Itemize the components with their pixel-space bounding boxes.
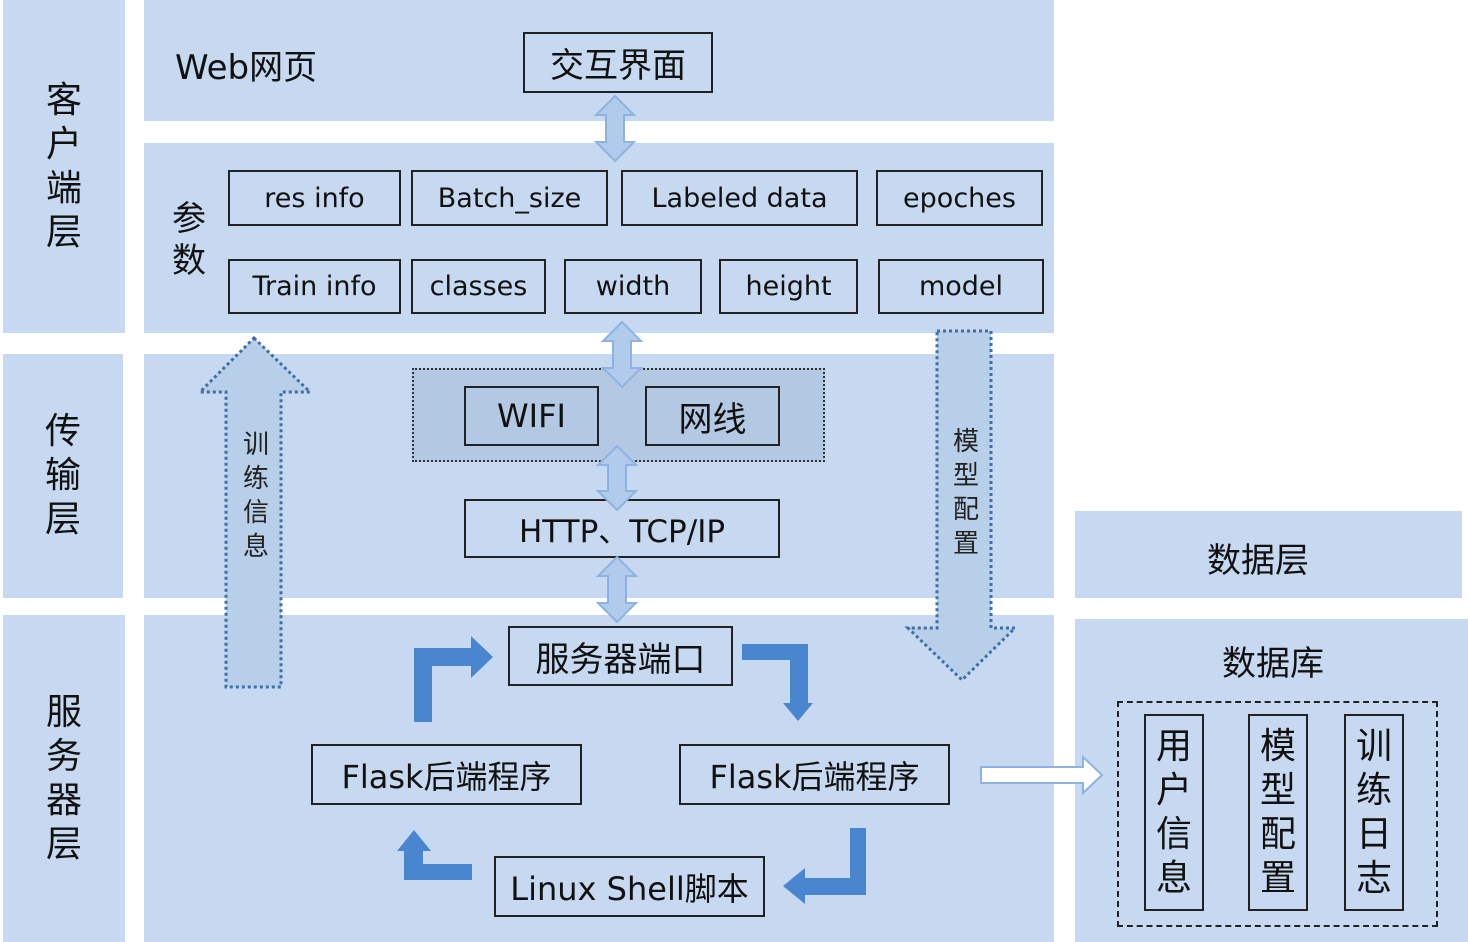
elbow-arrow-flask-to-shell xyxy=(783,828,866,904)
elbow-arrow-flask-to-port xyxy=(414,636,493,722)
double-arrow-params-network xyxy=(600,320,644,389)
train-info-arrow-label: 训练信息 xyxy=(242,430,269,562)
elbow-arrow-shell-to-flask xyxy=(397,830,472,880)
double-arrow-network-protocol xyxy=(595,444,639,512)
double-arrow-ui-params xyxy=(593,94,637,163)
double-arrow-protocol-port xyxy=(595,555,639,624)
elbow-arrow-port-to-flask xyxy=(742,644,813,721)
arrows-layer xyxy=(196,94,1104,904)
model-config-arrow-label: 模型配置 xyxy=(952,427,979,559)
hollow-arrow-to-database xyxy=(980,754,1104,796)
